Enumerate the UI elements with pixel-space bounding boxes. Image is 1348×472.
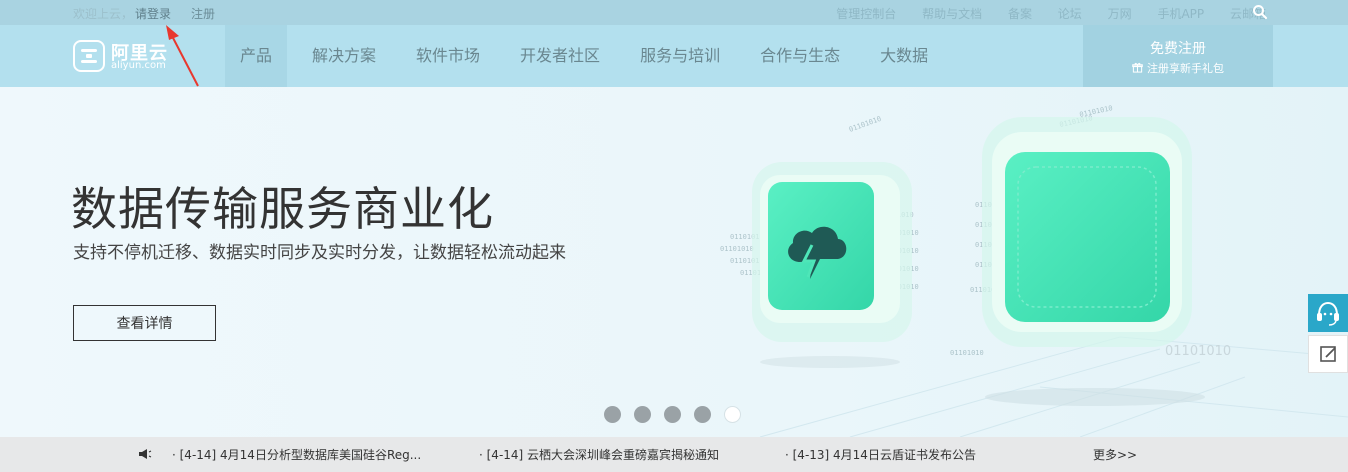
carousel-dot[interactable] [664, 406, 681, 423]
account-links: 欢迎上云， 请登录 注册 [73, 5, 215, 22]
free-register-title: 免费注册 [1150, 41, 1206, 57]
console-link[interactable]: 管理控制台 [836, 7, 896, 21]
hero-title: 数据传输服务商业化 [71, 182, 494, 236]
free-register-button[interactable]: 免费注册 注册享新手礼包 [1083, 25, 1273, 87]
utility-links: 管理控制台 帮助与文档 备案 论坛 万网 手机APP 云邮箱 [814, 5, 1266, 22]
free-register-sub: 注册享新手礼包 [1083, 60, 1273, 76]
aliyun-logo[interactable]: 阿里云 aliyun.com [73, 38, 173, 74]
headset-icon [1317, 301, 1339, 326]
mobile-app-link[interactable]: 手机APP [1157, 7, 1204, 21]
login-link[interactable]: 请登录 [135, 7, 171, 21]
icp-filing-link[interactable]: 备案 [1008, 7, 1032, 21]
help-docs-link[interactable]: 帮助与文档 [922, 7, 982, 21]
carousel-dot[interactable] [634, 406, 651, 423]
hero-banner: 数据传输服务商业化 支持不停机迁移、数据实时同步及实时分发，让数据轻松流动起来 … [0, 87, 1348, 437]
data-transfer-illustration: 01101010 01101010 01101010 01101010 0110… [720, 104, 1348, 437]
nav-item-marketplace[interactable]: 软件市场 [401, 25, 495, 87]
nav-item-developer-community[interactable]: 开发者社区 [505, 25, 615, 87]
nav-item-solutions[interactable]: 解决方案 [297, 25, 391, 87]
megaphone-icon [139, 449, 152, 459]
register-link[interactable]: 注册 [191, 7, 215, 21]
nav-item-big-data[interactable]: 大数据 [865, 25, 943, 87]
news-item[interactable]: · [4-14] 云栖大会深圳峰会重磅嘉宾揭秘通知 [479, 446, 719, 463]
binary-text: 01101010 [720, 245, 754, 253]
welcome-text: 欢迎上云， [73, 7, 134, 21]
small-screen-graphic [752, 162, 912, 342]
search-icon[interactable] [1252, 4, 1268, 20]
nav-item-services-training[interactable]: 服务与培训 [625, 25, 735, 87]
news-item[interactable]: · [4-13] 4月14日云盾证书发布公告 [785, 446, 976, 463]
nav-item-partners[interactable]: 合作与生态 [745, 25, 855, 87]
news-ticker: · [4-14] 4月14日分析型数据库美国硅谷Reg... · [4-14] … [0, 437, 1348, 472]
large-screen-graphic [982, 117, 1192, 347]
cloud-logo-icon [73, 40, 105, 72]
wanwang-link[interactable]: 万网 [1108, 7, 1132, 21]
carousel-dot[interactable] [694, 406, 711, 423]
nav-item-products[interactable]: 产品 [225, 25, 288, 87]
binary-text: 01101010 [1079, 104, 1114, 119]
hero-subtitle: 支持不停机迁移、数据实时同步及实时分发，让数据轻松流动起来 [73, 243, 566, 263]
binary-text: 01101010 [950, 349, 984, 357]
annotation-arrow-icon [166, 25, 199, 87]
edit-icon [1320, 346, 1336, 362]
free-register-sub-text: 注册享新手礼包 [1147, 62, 1224, 75]
carousel-dot[interactable] [604, 406, 621, 423]
binary-text: 01101010 [848, 115, 882, 134]
customer-service-button[interactable] [1308, 294, 1348, 332]
more-news-link[interactable]: 更多>> [1093, 446, 1137, 463]
feedback-button[interactable] [1308, 335, 1348, 373]
forum-link[interactable]: 论坛 [1058, 7, 1082, 21]
nav-menu: 产品 解决方案 软件市场 开发者社区 服务与培训 合作与生态 大数据 [225, 25, 953, 87]
carousel-dot-active[interactable] [724, 406, 741, 423]
gift-icon [1132, 62, 1143, 73]
news-item[interactable]: · [4-14] 4月14日分析型数据库美国硅谷Reg... [172, 446, 421, 463]
binary-text: 01101010 [1165, 344, 1231, 359]
view-details-button[interactable]: 查看详情 [73, 305, 216, 341]
carousel-dots [604, 406, 754, 423]
logo-domain: aliyun.com [111, 60, 166, 71]
